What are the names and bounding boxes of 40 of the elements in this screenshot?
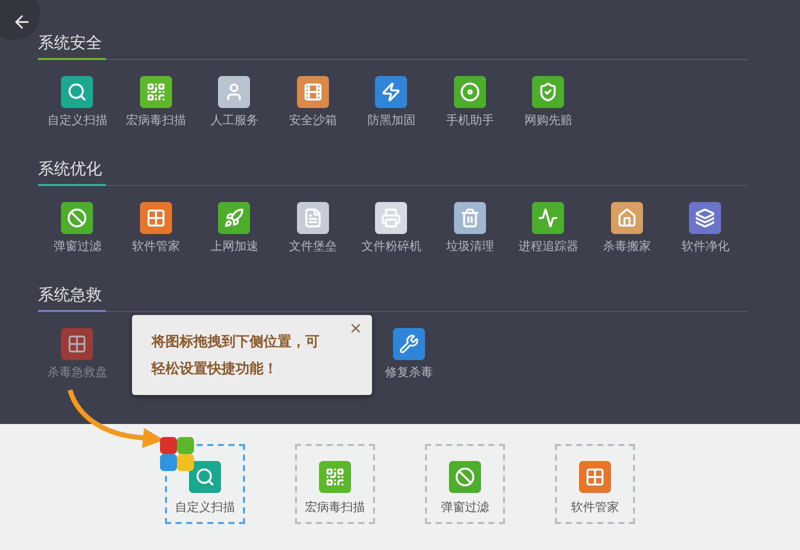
section-title: 系统优化 [38,158,102,180]
layers-icon[interactable] [689,202,722,234]
dragged-tiles-icon [160,437,194,471]
scan-grid-icon[interactable] [140,76,172,108]
lightning-icon[interactable] [375,76,408,108]
tool-label[interactable]: 弹窗过滤 [53,238,102,254]
shortcut-slot[interactable]: 弹窗过滤 [425,444,505,524]
shortcut-label: 自定义扫描 [175,499,235,516]
shortcut-label: 宏病毒扫描 [305,499,365,516]
tool-label[interactable]: 垃圾清理 [446,238,494,254]
tool-label[interactable]: 安全沙箱 [288,112,337,128]
close-button[interactable]: × [350,319,362,339]
section-title: 系统急救 [38,284,102,306]
magnifier-icon[interactable] [61,76,94,108]
file-icon[interactable] [296,202,329,234]
shortcut-label: 弹窗过滤 [441,499,489,516]
scan-grid-icon [319,461,351,493]
tool-label[interactable]: 软件净化 [681,238,730,254]
tip-text: 将图标拖拽到下侧位置，可轻松设置快捷功能！ [152,333,320,379]
tool-label[interactable]: 宏病毒扫描 [126,112,186,128]
tool-label[interactable]: 文件粉碎机 [361,238,422,254]
tool-label[interactable]: 修复杀毒 [384,364,433,380]
shortcut-slot[interactable]: 软件管家 [555,444,635,524]
tool-label[interactable]: 文件堡垒 [288,238,337,254]
tool-label[interactable]: 进程追踪器 [518,238,578,254]
tool-label[interactable]: 上网加速 [210,238,258,254]
section-title: 系统安全 [38,32,102,54]
magnifier-icon [189,461,221,493]
tool-label[interactable]: 自定义扫描 [47,112,108,128]
shortcut-slot[interactable]: 宏病毒扫描 [295,444,375,524]
tool-label[interactable]: 杀毒急救盘 [47,364,108,380]
tool-label[interactable]: 人工服务 [210,112,258,128]
pulse-icon[interactable] [532,202,564,234]
tool-label[interactable]: 手机助手 [446,112,494,128]
rocket-icon[interactable] [218,202,250,234]
tool-label[interactable]: 杀毒搬家 [602,238,651,254]
tool-label[interactable]: 软件管家 [132,238,180,254]
shortcut-label: 软件管家 [571,499,619,516]
tool-label[interactable]: 防黑加固 [367,112,416,128]
tool-label[interactable]: 网购先赔 [524,112,572,128]
